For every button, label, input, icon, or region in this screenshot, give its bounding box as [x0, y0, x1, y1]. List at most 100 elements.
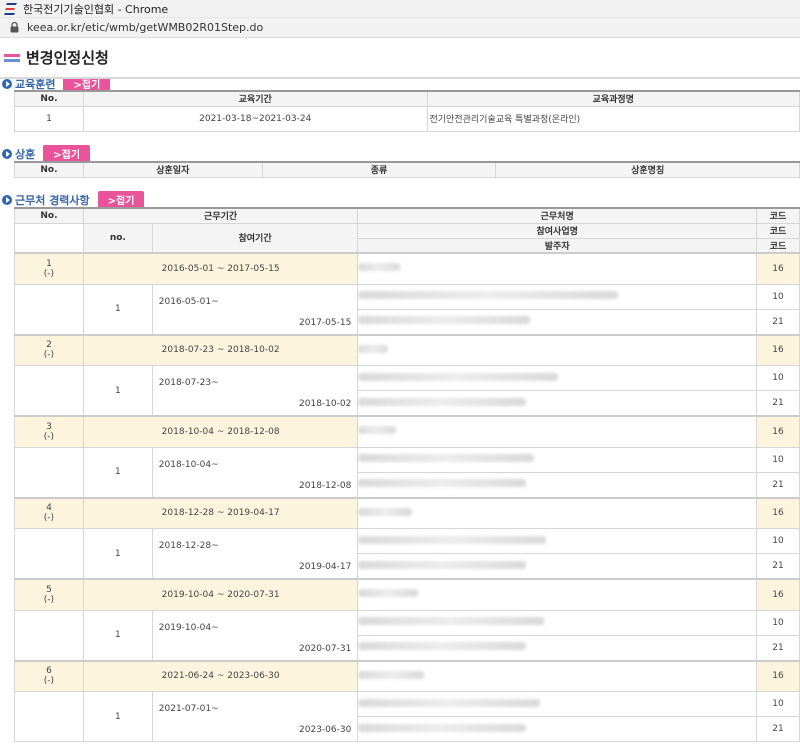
- career-detail-no: 1: [82, 283, 153, 335]
- page-header: 변경인정신청: [0, 38, 800, 79]
- redacted-text: [358, 454, 535, 463]
- career-detail-no: 1: [82, 446, 153, 498]
- career-client-name: [357, 471, 758, 499]
- career-detail-start: 2018-10-04~: [158, 459, 219, 470]
- career-entry-sub: (-): [43, 350, 55, 361]
- career-entry-code: 16: [756, 496, 800, 529]
- redacted-text: [358, 698, 541, 707]
- career-entry-number: 2: [46, 340, 52, 351]
- career-detail-row: 1 2016-05-01~ 2017-05-15 10: [14, 283, 800, 335]
- career-detail-no: 1: [82, 528, 153, 580]
- career-client-name: [357, 390, 758, 417]
- career-detail-dates: 2021-07-01~ 2023-06-30: [151, 691, 359, 742]
- career-entry-code: 16: [756, 578, 800, 611]
- career-heading: 근무처 경력사항: [15, 193, 90, 207]
- redacted-text: [358, 291, 619, 300]
- career-client-name: [357, 716, 758, 742]
- career-detail-start: 2018-07-23~: [158, 378, 219, 388]
- redacted-text: [358, 426, 397, 435]
- career-fold-button[interactable]: >접기: [97, 191, 145, 208]
- title-bars-icon: [4, 52, 20, 64]
- career-entry-sub: (-): [43, 431, 55, 442]
- career-col-workplace: 근무처명: [357, 207, 758, 224]
- career-detail-dates: 2018-10-04~ 2018-12-08: [151, 446, 359, 498]
- career-entry-sub: (-): [43, 594, 55, 605]
- awards-heading: 상훈: [15, 147, 36, 161]
- awards-fold-button[interactable]: >접기: [43, 145, 91, 162]
- career-client-code: 21: [756, 634, 800, 662]
- awards-col-no: No.: [14, 161, 84, 178]
- career-entry-period: 2021-06-24 ~ 2023-06-30: [82, 659, 359, 692]
- education-col-period: 교육기간: [82, 90, 428, 107]
- career-entry-number: 4: [46, 503, 52, 514]
- url-text: keea.or.kr/etic/wmb/getWMB02R01Step.do: [27, 21, 264, 34]
- education-no: 1: [14, 105, 84, 132]
- career-detail-row: 1 2018-07-23~ 2018-10-02 10: [14, 364, 800, 417]
- career-entry-number: 5: [46, 584, 52, 595]
- career-client-name: [357, 634, 758, 662]
- bullet-icon: [2, 148, 12, 159]
- career-workplace-name: [357, 415, 758, 448]
- career-workplace-name: [357, 252, 758, 285]
- career-project-code: 10: [756, 609, 800, 636]
- career-entry-code: 16: [756, 659, 800, 692]
- redacted-text: [358, 316, 531, 325]
- career-entry-sub: (-): [43, 268, 55, 279]
- career-detail-dates: 2018-12-28~ 2019-04-17: [151, 528, 359, 580]
- career-project-name: [357, 446, 758, 473]
- career-detail-end: 2017-05-15: [299, 317, 352, 328]
- redacted-text: [358, 479, 527, 488]
- education-col-course: 교육과정명: [426, 90, 800, 107]
- career-entry-row: 3 (-) 2018-10-04 ~ 2018-12-08 16: [14, 415, 800, 448]
- redacted-text: [358, 670, 425, 679]
- career-entry-period: 2018-07-23 ~ 2018-10-02: [82, 333, 359, 366]
- career-project-code: 10: [756, 364, 800, 392]
- career-detail-no: 1: [82, 365, 153, 417]
- career-workplace-name: [357, 496, 758, 529]
- page-content[interactable]: 교육훈련 >접기 No. 교육기간 교육과정명 1 2021-03-18~202…: [0, 79, 800, 745]
- career-col-period: 근무기간: [82, 207, 359, 224]
- career-client-name: [357, 553, 758, 580]
- education-table: No. 교육기간 교육과정명 1 2021-03-18~2021-03-24 전…: [14, 90, 800, 132]
- career-detail-dates: 2019-10-04~ 2020-07-31: [151, 609, 359, 661]
- lock-icon: [10, 22, 19, 33]
- career-entry-number: 6: [46, 666, 52, 677]
- keea-logo-icon: [4, 2, 17, 15]
- career-entry-period: 2018-10-04 ~ 2018-12-08: [82, 415, 359, 448]
- career-detail-row: 1 2019-10-04~ 2020-07-31 10: [14, 609, 800, 661]
- awards-section-header: 상훈 >접기: [2, 145, 91, 162]
- career-project-code: 10: [756, 446, 800, 473]
- career-workplace-name: [357, 578, 758, 611]
- career-project-name: [357, 609, 758, 636]
- career-entry-no: 1 (-): [14, 252, 84, 285]
- career-entry-period: 2018-12-28 ~ 2019-04-17: [82, 496, 359, 529]
- career-entry-period: 2019-10-04 ~ 2020-07-31: [82, 578, 359, 611]
- redacted-text: [358, 507, 413, 516]
- career-client-code: 21: [756, 553, 800, 580]
- career-section-header: 근무처 경력사항 >접기: [2, 191, 145, 208]
- career-detail-dates: 2016-05-01~ 2017-05-15: [151, 283, 359, 335]
- career-col-code: 코드: [756, 207, 800, 224]
- redacted-text: [358, 589, 419, 598]
- education-course: 전기안전관리기술교육 특별과정(온라인): [426, 105, 800, 132]
- career-detail-end: 2023-06-30: [299, 725, 352, 735]
- career-entry-no: 3 (-): [14, 415, 84, 448]
- table-row: 1 2021-03-18~2021-03-24 전기안전관리기술교육 특별과정(…: [14, 105, 800, 132]
- redacted-text: [358, 372, 559, 381]
- redacted-text: [358, 397, 527, 406]
- redacted-text: [358, 642, 527, 651]
- career-detail-start: 2018-12-28~: [158, 541, 219, 551]
- education-col-no: No.: [14, 90, 84, 107]
- career-entry-row: 5 (-) 2019-10-04 ~ 2020-07-31 16: [14, 578, 800, 611]
- redacted-text: [358, 723, 527, 732]
- awards-col-type: 종류: [261, 161, 497, 178]
- career-client-code: 21: [756, 308, 800, 336]
- career-project-code: 10: [756, 527, 800, 555]
- redacted-text: [358, 535, 547, 544]
- career-client-name: [357, 308, 758, 336]
- career-table: No. 근무기간 근무처명 코드 no. 참여기간 참여사업명 코드 발주자 코…: [14, 207, 800, 742]
- career-detail-end: 2018-12-08: [299, 480, 352, 491]
- career-entry-number: 1: [46, 258, 52, 269]
- address-bar[interactable]: keea.or.kr/etic/wmb/getWMB02R01Step.do: [0, 18, 800, 38]
- career-detail-start: 2019-10-04~: [158, 622, 219, 633]
